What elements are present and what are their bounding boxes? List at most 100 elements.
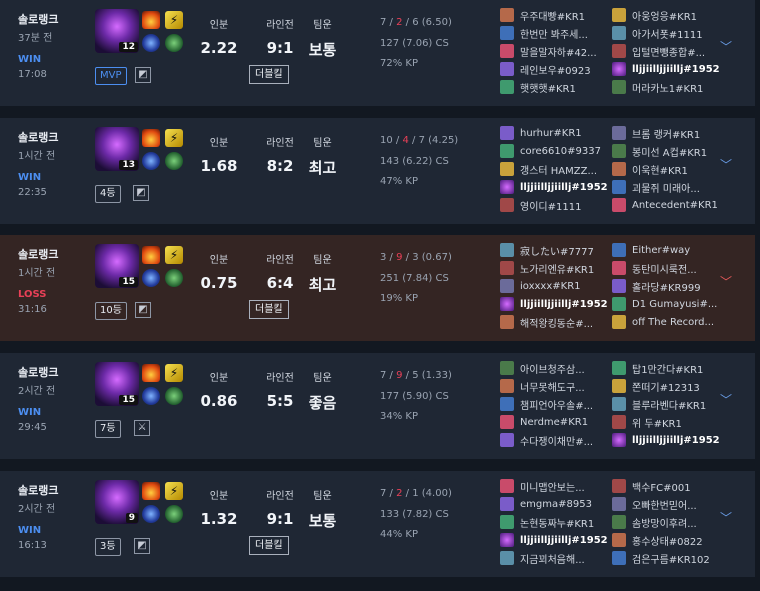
champion-portrait[interactable]: 13	[95, 127, 139, 171]
participant-name[interactable]: 홍수상태#0822	[632, 533, 703, 548]
participant[interactable]: 레인보우#0923	[500, 60, 597, 78]
participant-name[interactable]: 미니맵안보는...	[520, 479, 585, 494]
participant[interactable]: core6610#9337	[500, 142, 608, 160]
participant-name[interactable]: hurhur#KR1	[520, 128, 582, 139]
participant-name[interactable]: 검은구름#KR102	[632, 551, 710, 566]
participant[interactable]: lljjiilljjiillj#1952	[612, 431, 720, 449]
participant-name[interactable]: lljjiilljjiillj#1952	[632, 435, 720, 446]
participant[interactable]: 입털면뺑종합#...	[612, 42, 720, 60]
participant[interactable]: 챔피언아우솔#...	[500, 395, 593, 413]
participant[interactable]: 너무못해도구...	[500, 377, 593, 395]
participant[interactable]: lljjiilljjiillj#1952	[500, 295, 608, 313]
participant-name[interactable]: 갱스터 HAMZZ...	[520, 162, 597, 177]
chevron-down-icon[interactable]: ﹀	[719, 393, 733, 407]
participant[interactable]: Antecedent#KR1	[612, 196, 718, 214]
participant[interactable]: 이욱현#KR1	[612, 160, 718, 178]
participant-name[interactable]: 아가서폿#1111	[632, 26, 703, 41]
participant[interactable]: lljjiilljjiillj#1952	[500, 178, 608, 196]
participant[interactable]: 햇햇햇#KR1	[500, 78, 597, 96]
participant-name[interactable]: Antecedent#KR1	[632, 200, 718, 211]
participant-name[interactable]: 아이브청주삼...	[520, 361, 585, 376]
participant-name[interactable]: 노가리엔유#KR1	[520, 261, 594, 276]
match-card[interactable]: 솔로랭크 37분 전 WIN 17:08 12 ⚡ MVP ◩ 인분 2.22 라인전 9:1 팀운 보통…	[0, 0, 755, 106]
participant-name[interactable]: Either#way	[632, 245, 690, 256]
participant[interactable]: 오빠한번믿어...	[612, 495, 710, 513]
participant-name[interactable]: D1 Gumayusi#...	[632, 299, 717, 310]
champion-portrait[interactable]: 15	[95, 244, 139, 288]
participant[interactable]: 블루라벤다#KR1	[612, 395, 720, 413]
participant-name[interactable]: 솜방망이후려...	[632, 515, 697, 530]
participant-name[interactable]: 햇햇햇#KR1	[520, 80, 576, 95]
participant[interactable]: Nerdme#KR1	[500, 413, 593, 431]
participant[interactable]: 우주대빵#KR1	[500, 6, 597, 24]
participant[interactable]: hurhur#KR1	[500, 124, 608, 142]
participant-name[interactable]: lljjiilljjiillj#1952	[520, 299, 608, 310]
participant[interactable]: 백수FC#001	[612, 477, 710, 495]
participant[interactable]: 머라카노1#KR1	[612, 78, 720, 96]
participant[interactable]: 해적왕킹동순#...	[500, 313, 608, 331]
participant-name[interactable]: 탑1만간다#KR1	[632, 361, 703, 376]
participant-name[interactable]: 이욱현#KR1	[632, 162, 688, 177]
participant[interactable]: 아이브청주삼...	[500, 359, 593, 377]
participant[interactable]: 솜방망이후려...	[612, 513, 710, 531]
participant-name[interactable]: 블루라벤다#KR1	[632, 397, 706, 412]
participant[interactable]: 동탄미시룩전...	[612, 259, 717, 277]
participant-name[interactable]: 말을말자하#42...	[520, 44, 597, 59]
chevron-down-icon[interactable]: ﹀	[719, 511, 733, 525]
participant[interactable]: 위 두#KR1	[612, 413, 720, 431]
champion-portrait[interactable]: 12	[95, 9, 139, 53]
participant-name[interactable]: 지금꾀처음해...	[520, 551, 585, 566]
match-card[interactable]: 솔로랭크 2시간 전 WIN 16:13 9 ⚡ 3등 ◩ 인분 1.32 라인전 9:1 팀운 보통 더블…	[0, 471, 755, 577]
participant-name[interactable]: 백수FC#001	[632, 479, 691, 494]
participant[interactable]: 쫀떠기#12313	[612, 377, 720, 395]
participant-name[interactable]: lljjiilljjiillj#1952	[520, 182, 608, 193]
match-card[interactable]: 솔로랭크 1시간 전 WIN 22:35 13 ⚡ 4등 ◩ 인분 1.68 라인전 8:2 팀운 최고 1…	[0, 118, 755, 224]
participant-name[interactable]: 챔피언아우솔#...	[520, 397, 593, 412]
participant-name[interactable]: 해적왕킹동순#...	[520, 315, 593, 330]
chevron-down-icon[interactable]: ﹀	[719, 275, 733, 289]
participant[interactable]: emgma#8953	[500, 495, 608, 513]
participant[interactable]: 논현동짜누#KR1	[500, 513, 608, 531]
participant-name[interactable]: 수다쟁이채만#...	[520, 433, 593, 448]
participant-name[interactable]: 브롬 랭커#KR1	[632, 126, 700, 141]
participant-name[interactable]: 위 두#KR1	[632, 415, 682, 430]
participant-name[interactable]: 한번만 봐주세...	[520, 26, 588, 41]
participant[interactable]: 아웅엉응#KR1	[612, 6, 720, 24]
participant[interactable]: 홍수상태#0822	[612, 531, 710, 549]
participant[interactable]: 영이디#1111	[500, 196, 608, 214]
participant-name[interactable]: 동탄미시룩전...	[632, 261, 697, 276]
participant[interactable]: 브롬 랭커#KR1	[612, 124, 718, 142]
participant-name[interactable]: 우주대빵#KR1	[520, 8, 585, 23]
participant[interactable]: 탑1만간다#KR1	[612, 359, 720, 377]
participant-name[interactable]: 寂したい#7777	[520, 243, 594, 258]
participant[interactable]: D1 Gumayusi#...	[612, 295, 717, 313]
participant[interactable]: 노가리엔유#KR1	[500, 259, 608, 277]
participant-name[interactable]: 괴물쥐 미래아...	[632, 180, 700, 195]
participant-name[interactable]: 쫀떠기#12313	[632, 379, 700, 394]
participant[interactable]: 寂したい#7777	[500, 241, 608, 259]
participant[interactable]: 괴물쥐 미래아...	[612, 178, 718, 196]
participant-name[interactable]: 너무못해도구...	[520, 379, 585, 394]
participant-name[interactable]: lljjiilljjiillj#1952	[520, 535, 608, 546]
participant-name[interactable]: emgma#8953	[520, 499, 592, 510]
participant[interactable]: lljjiilljjiillj#1952	[612, 60, 720, 78]
participant[interactable]: 수다쟁이채만#...	[500, 431, 593, 449]
chevron-down-icon[interactable]: ﹀	[719, 158, 733, 172]
match-card[interactable]: 솔로랭크 2시간 전 WIN 29:45 15 ⚡ 7등 ⚔ 인분 0.86 라인전 5:5 팀운 좋음 7…	[0, 353, 755, 459]
participant-name[interactable]: 머라카노1#KR1	[632, 80, 703, 95]
participant-name[interactable]: 레인보우#0923	[520, 62, 591, 77]
participant-name[interactable]: 봉미선 A컵#KR1	[632, 144, 707, 159]
participant[interactable]: ioxxxx#KR1	[500, 277, 608, 295]
participant[interactable]: off The Record...	[612, 313, 717, 331]
champion-portrait[interactable]: 15	[95, 362, 139, 406]
participant-name[interactable]: Nerdme#KR1	[520, 417, 588, 428]
participant-name[interactable]: ioxxxx#KR1	[520, 281, 581, 292]
participant[interactable]: 말을말자하#42...	[500, 42, 597, 60]
participant-name[interactable]: 영이디#1111	[520, 198, 581, 213]
participant-name[interactable]: 논현동짜누#KR1	[520, 515, 594, 530]
participant-name[interactable]: core6610#9337	[520, 146, 601, 157]
participant[interactable]: 한번만 봐주세...	[500, 24, 597, 42]
participant[interactable]: 아가서폿#1111	[612, 24, 720, 42]
participant[interactable]: 미니맵안보는...	[500, 477, 608, 495]
participant[interactable]: Either#way	[612, 241, 717, 259]
